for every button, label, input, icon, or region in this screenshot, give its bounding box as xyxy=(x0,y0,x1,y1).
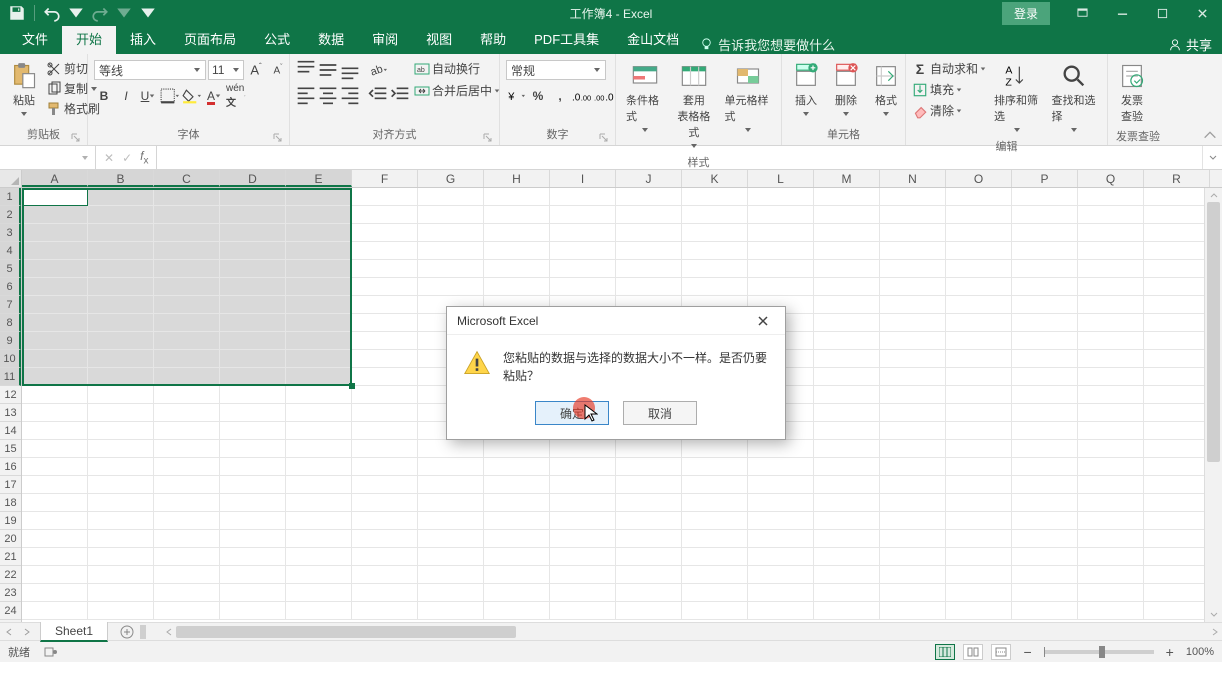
paste-warning-dialog: Microsoft Excel 您粘贴的数据与选择的数据大小不一样。是否仍要粘贴… xyxy=(446,306,786,440)
dialog-ok-button[interactable]: 确定 xyxy=(535,401,609,425)
warning-icon xyxy=(463,349,491,377)
dialog-close-button[interactable] xyxy=(751,309,775,333)
dialog-cancel-button[interactable]: 取消 xyxy=(623,401,697,425)
dialog-message: 您粘贴的数据与选择的数据大小不一样。是否仍要粘贴？ xyxy=(503,349,769,385)
dialog-title: Microsoft Excel xyxy=(457,314,538,328)
modal-overlay: Microsoft Excel 您粘贴的数据与选择的数据大小不一样。是否仍要粘贴… xyxy=(0,0,1222,681)
